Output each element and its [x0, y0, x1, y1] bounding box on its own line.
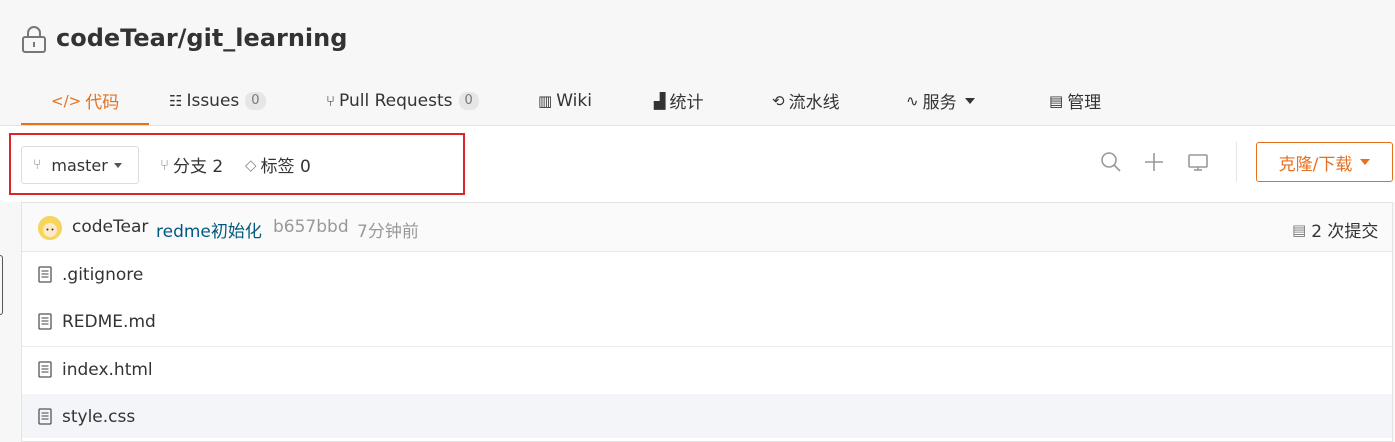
avatar[interactable]: [38, 216, 62, 240]
tab-manage[interactable]: ▤ 管理: [1049, 78, 1101, 123]
file-row[interactable]: .gitignore: [22, 252, 1392, 300]
tab-pull-requests-label: Pull Requests: [339, 90, 453, 111]
file-icon: [38, 313, 52, 330]
repo-title[interactable]: codeTear/git_learning: [56, 24, 347, 52]
file-icon: [38, 361, 52, 378]
chevron-down-icon: [964, 97, 975, 104]
file-name[interactable]: REDME.md: [62, 312, 156, 332]
file-name[interactable]: style.css: [62, 407, 135, 427]
file-row[interactable]: index.html: [22, 347, 1392, 395]
tab-code[interactable]: </> 代码: [20, 78, 150, 125]
manage-icon: ▤: [1049, 91, 1064, 110]
commit-count-label: 2 次提交: [1311, 222, 1379, 242]
file-icon: [38, 266, 52, 283]
tab-issues-label: Issues: [186, 90, 240, 111]
chevron-down-icon: [1360, 159, 1371, 165]
commit-author[interactable]: codeTear: [72, 217, 148, 237]
commit-message[interactable]: redme初始化: [156, 217, 262, 242]
tab-stats[interactable]: ▟ 统计: [654, 78, 704, 123]
file-icon: [38, 408, 52, 425]
book-icon: ▥: [538, 91, 553, 110]
tab-pipeline[interactable]: ⟲ 流水线: [772, 78, 840, 123]
tab-code-label: 代码: [85, 93, 120, 113]
clone-download-button[interactable]: 克隆/下载: [1256, 142, 1393, 182]
toolbar-divider: [1236, 142, 1237, 182]
pipeline-icon: ⟲: [772, 91, 785, 110]
file-row[interactable]: style.css: [22, 394, 1392, 438]
pull-requests-count-badge: 0: [458, 91, 479, 110]
tab-services-label: 服务: [922, 93, 957, 113]
tab-pipeline-label: 流水线: [788, 93, 840, 113]
commit-count-link[interactable]: ▤ 2 次提交: [1292, 217, 1379, 243]
code-icon: </>: [51, 91, 82, 110]
stats-icon: ▟: [654, 91, 666, 110]
tab-wiki[interactable]: ▥ Wiki: [538, 78, 592, 123]
tab-services[interactable]: ∿ 服务: [906, 78, 975, 123]
pull-request-icon: ⑂: [326, 91, 336, 110]
document-icon: ▤: [1292, 220, 1307, 239]
tab-issues[interactable]: ☷ Issues 0: [169, 78, 266, 123]
issues-icon: ☷: [169, 91, 183, 110]
side-handle[interactable]: [0, 255, 3, 315]
monitor-icon[interactable]: [1186, 150, 1210, 174]
file-name[interactable]: index.html: [62, 360, 153, 380]
annotation-highlight-box: [9, 133, 465, 195]
file-name[interactable]: .gitignore: [62, 265, 143, 285]
commit-time: 7分钟前: [357, 222, 419, 242]
tab-manage-label: 管理: [1067, 93, 1102, 113]
pulse-icon: ∿: [906, 91, 919, 110]
issues-count-badge: 0: [245, 91, 266, 110]
tab-stats-label: 统计: [669, 93, 704, 113]
search-icon[interactable]: [1099, 150, 1123, 174]
tab-wiki-label: Wiki: [556, 90, 592, 111]
lock-icon: [22, 26, 46, 53]
file-row[interactable]: REDME.md: [22, 299, 1392, 347]
tab-pull-requests[interactable]: ⑂ Pull Requests 0: [326, 78, 479, 123]
plus-icon[interactable]: [1142, 150, 1166, 174]
clone-download-label: 克隆/下载: [1278, 154, 1353, 175]
commit-hash[interactable]: b657bbd: [273, 217, 349, 237]
